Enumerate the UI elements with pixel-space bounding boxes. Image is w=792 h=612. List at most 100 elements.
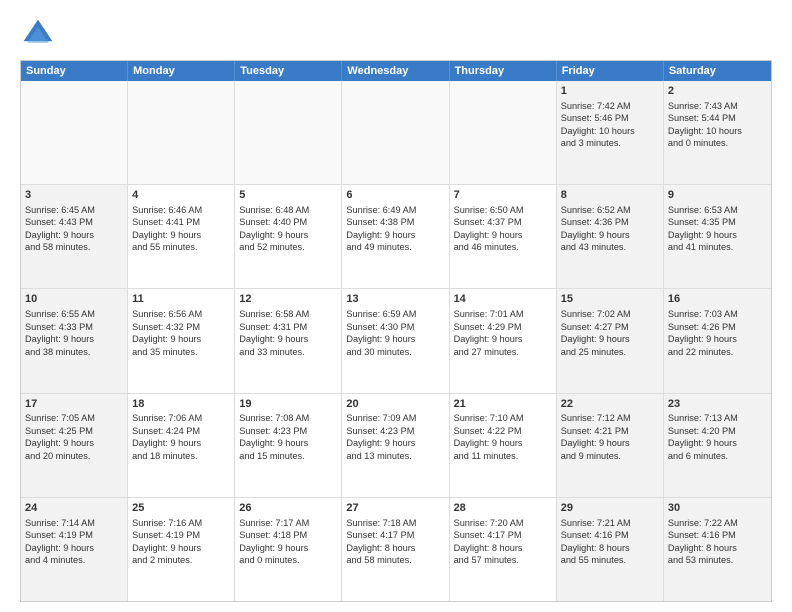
day-info-line: Sunset: 4:27 PM (561, 321, 659, 333)
day-info-line: Sunrise: 6:48 AM (239, 204, 337, 216)
day-number-13: 13 (346, 292, 444, 307)
empty-cell (128, 81, 235, 184)
day-info-line: and 53 minutes. (668, 554, 767, 566)
day-info-line: Sunset: 4:16 PM (561, 529, 659, 541)
day-number-27: 27 (346, 501, 444, 516)
day-info-line: Sunset: 4:17 PM (454, 529, 552, 541)
day-info-line: Daylight: 9 hours (132, 437, 230, 449)
empty-cell (450, 81, 557, 184)
calendar: SundayMondayTuesdayWednesdayThursdayFrid… (20, 60, 772, 602)
day-info-line: and 2 minutes. (132, 554, 230, 566)
day-info-line: and 58 minutes. (346, 554, 444, 566)
day-cell-14: 14Sunrise: 7:01 AMSunset: 4:29 PMDayligh… (450, 289, 557, 392)
day-cell-30: 30Sunrise: 7:22 AMSunset: 4:16 PMDayligh… (664, 498, 771, 601)
day-cell-10: 10Sunrise: 6:55 AMSunset: 4:33 PMDayligh… (21, 289, 128, 392)
day-info-line: Sunset: 4:31 PM (239, 321, 337, 333)
day-cell-11: 11Sunrise: 6:56 AMSunset: 4:32 PMDayligh… (128, 289, 235, 392)
day-number-1: 1 (561, 84, 659, 99)
day-info-line: Sunset: 4:25 PM (25, 425, 123, 437)
weekday-header-tuesday: Tuesday (235, 61, 342, 81)
day-info-line: Daylight: 9 hours (561, 437, 659, 449)
day-info-line: and 41 minutes. (668, 241, 767, 253)
day-cell-24: 24Sunrise: 7:14 AMSunset: 4:19 PMDayligh… (21, 498, 128, 601)
day-number-23: 23 (668, 397, 767, 412)
day-cell-4: 4Sunrise: 6:46 AMSunset: 4:41 PMDaylight… (128, 185, 235, 288)
day-cell-18: 18Sunrise: 7:06 AMSunset: 4:24 PMDayligh… (128, 394, 235, 497)
day-number-8: 8 (561, 188, 659, 203)
logo-icon (20, 16, 56, 52)
day-info-line: Sunrise: 6:50 AM (454, 204, 552, 216)
day-info-line: and 0 minutes. (668, 137, 767, 149)
day-cell-15: 15Sunrise: 7:02 AMSunset: 4:27 PMDayligh… (557, 289, 664, 392)
day-info-line: Sunset: 4:29 PM (454, 321, 552, 333)
day-number-6: 6 (346, 188, 444, 203)
day-info-line: Sunrise: 7:08 AM (239, 412, 337, 424)
day-info-line: Daylight: 9 hours (454, 333, 552, 345)
day-info-line: Sunset: 4:43 PM (25, 216, 123, 228)
day-info-line: and 57 minutes. (454, 554, 552, 566)
day-info-line: and 6 minutes. (668, 450, 767, 462)
day-number-14: 14 (454, 292, 552, 307)
day-cell-17: 17Sunrise: 7:05 AMSunset: 4:25 PMDayligh… (21, 394, 128, 497)
day-number-24: 24 (25, 501, 123, 516)
day-info-line: Sunrise: 7:20 AM (454, 517, 552, 529)
day-info-line: Daylight: 9 hours (239, 229, 337, 241)
day-cell-13: 13Sunrise: 6:59 AMSunset: 4:30 PMDayligh… (342, 289, 449, 392)
day-info-line: Sunrise: 7:42 AM (561, 100, 659, 112)
weekday-header-friday: Friday (557, 61, 664, 81)
logo (20, 16, 60, 52)
day-cell-1: 1Sunrise: 7:42 AMSunset: 5:46 PMDaylight… (557, 81, 664, 184)
day-cell-8: 8Sunrise: 6:52 AMSunset: 4:36 PMDaylight… (557, 185, 664, 288)
day-info-line: Sunset: 4:35 PM (668, 216, 767, 228)
day-info-line: Sunset: 4:21 PM (561, 425, 659, 437)
day-number-15: 15 (561, 292, 659, 307)
day-info-line: Daylight: 9 hours (25, 542, 123, 554)
day-info-line: Daylight: 8 hours (346, 542, 444, 554)
day-info-line: Daylight: 9 hours (346, 333, 444, 345)
calendar-row-2: 10Sunrise: 6:55 AMSunset: 4:33 PMDayligh… (21, 289, 771, 393)
day-info-line: Daylight: 9 hours (454, 437, 552, 449)
day-info-line: Sunset: 4:33 PM (25, 321, 123, 333)
day-info-line: Daylight: 9 hours (132, 229, 230, 241)
empty-cell (21, 81, 128, 184)
day-info-line: Sunset: 4:19 PM (25, 529, 123, 541)
day-info-line: Sunrise: 7:22 AM (668, 517, 767, 529)
day-info-line: Daylight: 9 hours (346, 437, 444, 449)
day-number-20: 20 (346, 397, 444, 412)
day-number-12: 12 (239, 292, 337, 307)
day-info-line: Daylight: 8 hours (454, 542, 552, 554)
day-info-line: and 49 minutes. (346, 241, 444, 253)
day-info-line: Sunrise: 6:52 AM (561, 204, 659, 216)
weekday-header-wednesday: Wednesday (342, 61, 449, 81)
day-cell-23: 23Sunrise: 7:13 AMSunset: 4:20 PMDayligh… (664, 394, 771, 497)
day-cell-28: 28Sunrise: 7:20 AMSunset: 4:17 PMDayligh… (450, 498, 557, 601)
day-info-line: and 55 minutes. (561, 554, 659, 566)
day-info-line: Sunrise: 7:14 AM (25, 517, 123, 529)
day-info-line: Sunset: 4:23 PM (239, 425, 337, 437)
day-number-18: 18 (132, 397, 230, 412)
day-info-line: and 4 minutes. (25, 554, 123, 566)
day-info-line: Sunrise: 7:12 AM (561, 412, 659, 424)
day-number-4: 4 (132, 188, 230, 203)
day-info-line: Daylight: 9 hours (132, 333, 230, 345)
calendar-header: SundayMondayTuesdayWednesdayThursdayFrid… (21, 61, 771, 81)
day-info-line: and 43 minutes. (561, 241, 659, 253)
day-number-26: 26 (239, 501, 337, 516)
day-number-16: 16 (668, 292, 767, 307)
day-info-line: Sunset: 4:19 PM (132, 529, 230, 541)
day-info-line: Daylight: 9 hours (239, 333, 337, 345)
day-cell-27: 27Sunrise: 7:18 AMSunset: 4:17 PMDayligh… (342, 498, 449, 601)
day-info-line: Sunrise: 6:58 AM (239, 308, 337, 320)
day-info-line: Sunrise: 7:02 AM (561, 308, 659, 320)
day-info-line: Sunrise: 7:09 AM (346, 412, 444, 424)
day-info-line: Daylight: 9 hours (239, 437, 337, 449)
day-info-line: Daylight: 9 hours (454, 229, 552, 241)
calendar-row-4: 24Sunrise: 7:14 AMSunset: 4:19 PMDayligh… (21, 498, 771, 601)
day-info-line: Sunset: 4:30 PM (346, 321, 444, 333)
day-info-line: Sunset: 5:46 PM (561, 112, 659, 124)
day-info-line: Daylight: 9 hours (132, 542, 230, 554)
weekday-header-monday: Monday (128, 61, 235, 81)
day-cell-26: 26Sunrise: 7:17 AMSunset: 4:18 PMDayligh… (235, 498, 342, 601)
day-info-line: and 0 minutes. (239, 554, 337, 566)
page: SundayMondayTuesdayWednesdayThursdayFrid… (0, 0, 792, 612)
